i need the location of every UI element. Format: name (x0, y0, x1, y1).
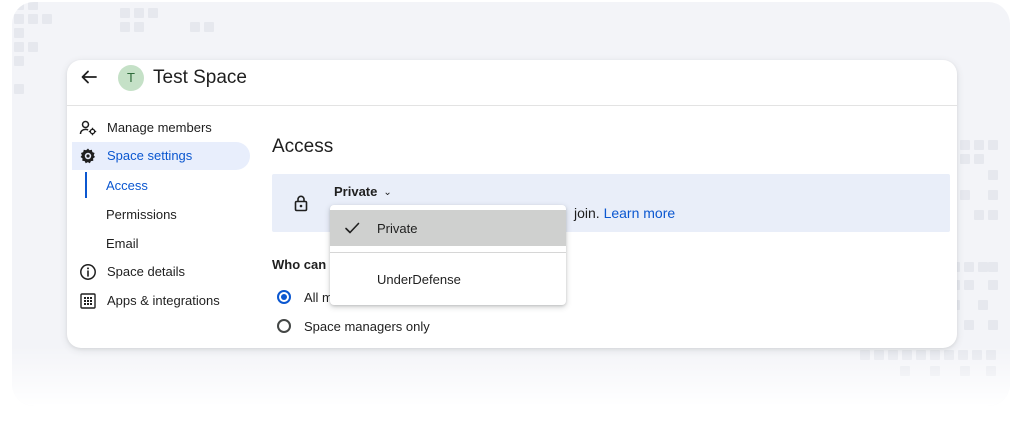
gear-icon (79, 147, 97, 165)
decorative-tile (978, 262, 988, 272)
learn-more-link[interactable]: Learn more (604, 205, 676, 221)
menu-divider (330, 252, 566, 253)
decorative-tile (28, 14, 38, 24)
decorative-tile (14, 2, 24, 10)
check-icon (344, 220, 360, 236)
decorative-tile (14, 56, 24, 66)
section-heading: Access (272, 136, 334, 157)
sidebar-item-space-details[interactable]: Space details (79, 258, 249, 286)
decorative-tile (988, 190, 998, 200)
sidebar-item-apps-integrations[interactable]: Apps & integrations (79, 287, 249, 315)
decorative-tile (988, 170, 998, 180)
decorative-tile (974, 210, 984, 220)
radio-button[interactable] (277, 290, 291, 304)
decorative-tile (964, 320, 974, 330)
decorative-tile (974, 140, 984, 150)
avatar: T (118, 65, 144, 91)
decorative-tile (134, 22, 144, 32)
decorative-tile (978, 300, 988, 310)
radio-space-managers-only[interactable]: Space managers only (277, 318, 477, 338)
decorative-tile (960, 140, 970, 150)
subnav-active-indicator (85, 172, 87, 198)
access-select-trigger[interactable]: Private ⌄ (334, 184, 392, 199)
access-select-value: Private (334, 184, 378, 199)
decorative-tile (190, 22, 200, 32)
decorative-tile (988, 210, 998, 220)
decorative-tile (964, 280, 974, 290)
decorative-tile (988, 140, 998, 150)
info-icon (79, 263, 97, 281)
sidebar-item-label: Space settings (107, 148, 193, 163)
apps-grid-icon (79, 292, 97, 310)
dropdown-option-label: Private (377, 221, 418, 236)
decorative-tile (148, 8, 158, 18)
radio-label: All m (304, 290, 333, 305)
sidebar-item-label: Apps & integrations (107, 293, 220, 308)
sidebar-item-label: Space details (107, 264, 186, 279)
decorative-tile (988, 320, 998, 330)
radio-label: Space managers only (304, 319, 430, 334)
subnav-item-permissions[interactable]: Permissions (106, 207, 177, 222)
page-title: Test Space (153, 67, 247, 88)
decorative-tile (14, 28, 24, 38)
decorative-tile (28, 42, 38, 52)
access-description: join. Learn more (574, 205, 675, 221)
decorative-tile (14, 42, 24, 52)
dropdown-option-underdefense[interactable]: UnderDefense (330, 261, 566, 297)
access-dropdown-menu: Private UnderDefense (330, 205, 566, 305)
decorative-tile (204, 22, 214, 32)
decorative-tile (28, 2, 38, 10)
decorative-tile (960, 154, 970, 164)
subnav-item-access[interactable]: Access (106, 178, 148, 193)
decorative-tile (964, 262, 974, 272)
header: T Test Space (67, 60, 957, 106)
space-settings-card: T Test Space Manage members Space settin… (67, 60, 957, 348)
decorative-tile (974, 154, 984, 164)
sidebar-item-manage-members[interactable]: Manage members (79, 114, 249, 142)
decorative-tile (14, 14, 24, 24)
lock-icon (292, 194, 310, 212)
decorative-tile (988, 280, 998, 290)
decorative-tile (134, 8, 144, 18)
chevron-down-icon: ⌄ (383, 187, 392, 198)
access-description-text: join. (574, 205, 600, 221)
dropdown-option-label: UnderDefense (377, 272, 461, 287)
who-can-label: Who can (272, 257, 327, 272)
sidebar-item-space-settings[interactable]: Space settings (79, 142, 249, 170)
decorative-tile (42, 14, 52, 24)
subnav-item-email[interactable]: Email (106, 236, 139, 251)
radio-button[interactable] (277, 319, 291, 333)
decorative-tile (120, 22, 130, 32)
sidebar-item-label: Manage members (107, 120, 212, 135)
decorative-tile (14, 84, 24, 94)
decorative-tile (960, 190, 970, 200)
manage-members-icon (79, 119, 97, 137)
back-arrow-icon[interactable] (79, 67, 99, 87)
decorative-tile (120, 8, 130, 18)
decorative-tile (988, 262, 998, 272)
background-fade (12, 346, 1010, 406)
dropdown-option-private[interactable]: Private (330, 210, 566, 246)
